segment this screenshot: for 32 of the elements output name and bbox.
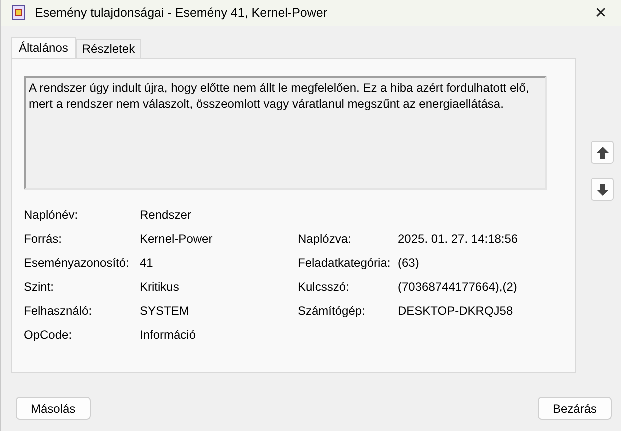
description-text: A rendszer úgy indult újra, hogy előtte nem állt le megfelelően. Ez a hiba azért fordulhatott elő, mert a rendszer nem válaszolt, összeomlott vagy váratlanul megszűnt az energiaellátása.	[24, 76, 547, 190]
field-label: Forrás:	[24, 232, 64, 246]
field-value: (63)	[398, 256, 420, 270]
field-label: Kulcsszó:	[298, 280, 350, 294]
down-arrow-icon	[596, 182, 610, 196]
event-log-icon	[11, 5, 27, 21]
field-value: Kernel-Power	[140, 232, 214, 246]
field-value: Rendszer	[140, 208, 192, 222]
dialog-button[interactable]: Bezárás	[538, 397, 612, 420]
field-value: Kritikus	[140, 280, 180, 294]
field-label: Felhasználó:	[24, 304, 94, 318]
dialog-button[interactable]: Másolás	[16, 397, 91, 420]
field-label: Számítógép:	[298, 304, 366, 318]
window-title: Esemény tulajdonságai - Esemény 41, Kernel-Power	[35, 6, 329, 20]
field-value: 41	[140, 256, 154, 270]
tab[interactable]: Általános	[11, 37, 76, 58]
field-value: DESKTOP-DKRQJ58	[398, 304, 514, 318]
field-label: Eseményazonosító:	[24, 256, 130, 270]
next-button[interactable]	[591, 178, 614, 201]
field-value: SYSTEM	[140, 304, 190, 318]
field-value: 2025. 01. 27. 14:18:56	[398, 232, 520, 246]
field-value: Információ	[140, 328, 198, 342]
field-label: Naplónév:	[24, 208, 80, 222]
field-label: Naplózva:	[298, 232, 352, 246]
field-label: Szint:	[24, 280, 56, 294]
field-label: Feladatkategória:	[298, 256, 392, 270]
field-value: (70368744177664),(2)	[398, 280, 518, 294]
up-arrow-icon	[596, 146, 610, 160]
close-button[interactable]: ✕	[581, 0, 621, 26]
field-label: OpCode:	[24, 328, 74, 342]
previous-button[interactable]	[591, 141, 614, 164]
tab[interactable]: Részletek	[76, 39, 142, 58]
